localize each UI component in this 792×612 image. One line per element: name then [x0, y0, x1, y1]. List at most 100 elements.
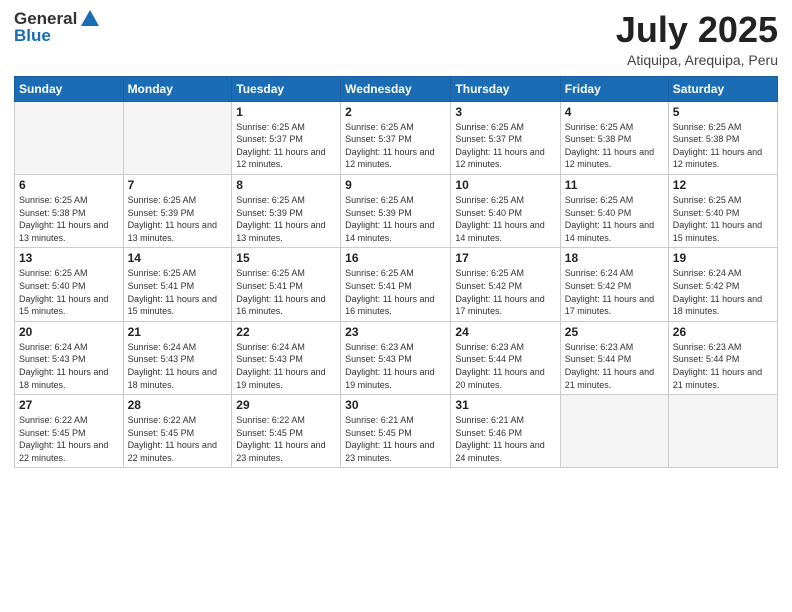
calendar-cell: 21 Sunrise: 6:24 AM Sunset: 5:43 PM Dayli…: [123, 321, 232, 394]
day-info: Sunrise: 6:25 AM Sunset: 5:40 PM Dayligh…: [565, 194, 664, 244]
calendar-cell: 25Sunrise: 6:23 AM Sunset: 5:44 PM Dayli…: [560, 321, 668, 394]
calendar-cell: 16 Sunrise: 6:25 AM Sunset: 5:41 PM Dayli…: [341, 248, 451, 321]
day-info: Sunrise: 6:25 AM Sunset: 5:37 PM Dayligh…: [345, 121, 446, 171]
calendar-cell: 22Sunrise: 6:24 AM Sunset: 5:43 PM Dayli…: [232, 321, 341, 394]
day-info: Sunrise: 6:25 AM Sunset: 5:37 PM Dayligh…: [236, 121, 336, 171]
day-info: Sunrise: 6:25 AM Sunset: 5:38 PM Dayligh…: [673, 121, 773, 171]
calendar-cell: 26Sunrise: 6:23 AM Sunset: 5:44 PM Dayli…: [668, 321, 777, 394]
day-number: 10: [455, 178, 555, 192]
logo: General Blue: [14, 10, 101, 45]
day-info: Sunrise: 6:25 AM Sunset: 5:39 PM Dayligh…: [128, 194, 228, 244]
day-number: 17: [455, 251, 555, 265]
day-number: 7: [128, 178, 228, 192]
day-number: 21: [128, 325, 228, 339]
day-number: 4: [565, 105, 664, 119]
col-thursday: Thursday: [451, 76, 560, 101]
calendar-week-row-2: 6 Sunrise: 6:25 AM Sunset: 5:38 PM Daylig…: [15, 174, 778, 247]
calendar-cell: 14 Sunrise: 6:25 AM Sunset: 5:41 PM Dayli…: [123, 248, 232, 321]
calendar-cell: 24 Sunrise: 6:23 AM Sunset: 5:44 PM Dayli…: [451, 321, 560, 394]
day-info: Sunrise: 6:25 AM Sunset: 5:40 PM Dayligh…: [19, 267, 119, 317]
day-number: 27: [19, 398, 119, 412]
logo-blue: Blue: [14, 27, 51, 46]
calendar-cell: 15 Sunrise: 6:25 AM Sunset: 5:41 PM Dayli…: [232, 248, 341, 321]
calendar-cell: 13 Sunrise: 6:25 AM Sunset: 5:40 PM Dayli…: [15, 248, 124, 321]
calendar-week-row-5: 27 Sunrise: 6:22 AM Sunset: 5:45 PM Dayli…: [15, 395, 778, 468]
day-info: Sunrise: 6:21 AM Sunset: 5:45 PM Dayligh…: [345, 414, 446, 464]
calendar-cell: [560, 395, 668, 468]
day-info: Sunrise: 6:25 AM Sunset: 5:39 PM Dayligh…: [236, 194, 336, 244]
day-number: 12: [673, 178, 773, 192]
calendar-cell: 31 Sunrise: 6:21 AM Sunset: 5:46 PM Dayli…: [451, 395, 560, 468]
page: General Blue July 2025 Atiquipa, Arequip…: [0, 0, 792, 612]
calendar-cell: [123, 101, 232, 174]
calendar-cell: [668, 395, 777, 468]
calendar-cell: 6 Sunrise: 6:25 AM Sunset: 5:38 PM Daylig…: [15, 174, 124, 247]
calendar-cell: 28 Sunrise: 6:22 AM Sunset: 5:45 PM Dayli…: [123, 395, 232, 468]
day-info: Sunrise: 6:25 AM Sunset: 5:41 PM Dayligh…: [236, 267, 336, 317]
calendar-cell: 4 Sunrise: 6:25 AM Sunset: 5:38 PM Daylig…: [560, 101, 668, 174]
day-number: 11: [565, 178, 664, 192]
day-number: 14: [128, 251, 228, 265]
day-info: Sunrise: 6:25 AM Sunset: 5:41 PM Dayligh…: [128, 267, 228, 317]
calendar-table: Sunday Monday Tuesday Wednesday Thursday…: [14, 76, 778, 469]
calendar-cell: [15, 101, 124, 174]
title-area: July 2025 Atiquipa, Arequipa, Peru: [616, 10, 778, 68]
day-info: Sunrise: 6:23 AM Sunset: 5:43 PM Dayligh…: [345, 341, 446, 391]
day-info: Sunrise: 6:23 AM Sunset: 5:44 PM Dayligh…: [455, 341, 555, 391]
day-number: 1: [236, 105, 336, 119]
day-number: 6: [19, 178, 119, 192]
header: General Blue July 2025 Atiquipa, Arequip…: [14, 10, 778, 68]
day-number: 20: [19, 325, 119, 339]
calendar-cell: 3Sunrise: 6:25 AM Sunset: 5:37 PM Daylig…: [451, 101, 560, 174]
calendar-cell: 29Sunrise: 6:22 AM Sunset: 5:45 PM Dayli…: [232, 395, 341, 468]
col-sunday: Sunday: [15, 76, 124, 101]
day-info: Sunrise: 6:21 AM Sunset: 5:46 PM Dayligh…: [455, 414, 555, 464]
col-wednesday: Wednesday: [341, 76, 451, 101]
calendar-cell: 17 Sunrise: 6:25 AM Sunset: 5:42 PM Dayli…: [451, 248, 560, 321]
day-info: Sunrise: 6:22 AM Sunset: 5:45 PM Dayligh…: [19, 414, 119, 464]
day-info: Sunrise: 6:24 AM Sunset: 5:43 PM Dayligh…: [128, 341, 228, 391]
day-number: 24: [455, 325, 555, 339]
day-number: 26: [673, 325, 773, 339]
day-info: Sunrise: 6:25 AM Sunset: 5:38 PM Dayligh…: [19, 194, 119, 244]
day-number: 15: [236, 251, 336, 265]
day-number: 18: [565, 251, 664, 265]
calendar-week-row-4: 20 Sunrise: 6:24 AM Sunset: 5:43 PM Dayli…: [15, 321, 778, 394]
day-info: Sunrise: 6:25 AM Sunset: 5:41 PM Dayligh…: [345, 267, 446, 317]
day-number: 2: [345, 105, 446, 119]
day-number: 31: [455, 398, 555, 412]
col-tuesday: Tuesday: [232, 76, 341, 101]
calendar-cell: 30 Sunrise: 6:21 AM Sunset: 5:45 PM Dayli…: [341, 395, 451, 468]
day-number: 28: [128, 398, 228, 412]
day-info: Sunrise: 6:22 AM Sunset: 5:45 PM Dayligh…: [236, 414, 336, 464]
calendar-cell: 18Sunrise: 6:24 AM Sunset: 5:42 PM Dayli…: [560, 248, 668, 321]
day-number: 23: [345, 325, 446, 339]
day-info: Sunrise: 6:24 AM Sunset: 5:42 PM Dayligh…: [673, 267, 773, 317]
day-info: Sunrise: 6:25 AM Sunset: 5:38 PM Dayligh…: [565, 121, 664, 171]
calendar-cell: 5Sunrise: 6:25 AM Sunset: 5:38 PM Daylig…: [668, 101, 777, 174]
calendar-cell: 8Sunrise: 6:25 AM Sunset: 5:39 PM Daylig…: [232, 174, 341, 247]
col-monday: Monday: [123, 76, 232, 101]
day-number: 13: [19, 251, 119, 265]
calendar-cell: 19Sunrise: 6:24 AM Sunset: 5:42 PM Dayli…: [668, 248, 777, 321]
day-info: Sunrise: 6:25 AM Sunset: 5:42 PM Dayligh…: [455, 267, 555, 317]
calendar-week-row-3: 13 Sunrise: 6:25 AM Sunset: 5:40 PM Dayli…: [15, 248, 778, 321]
calendar-cell: 2 Sunrise: 6:25 AM Sunset: 5:37 PM Daylig…: [341, 101, 451, 174]
col-saturday: Saturday: [668, 76, 777, 101]
day-info: Sunrise: 6:25 AM Sunset: 5:40 PM Dayligh…: [455, 194, 555, 244]
day-info: Sunrise: 6:25 AM Sunset: 5:39 PM Dayligh…: [345, 194, 446, 244]
day-number: 9: [345, 178, 446, 192]
calendar-cell: 9 Sunrise: 6:25 AM Sunset: 5:39 PM Daylig…: [341, 174, 451, 247]
day-number: 16: [345, 251, 446, 265]
day-info: Sunrise: 6:24 AM Sunset: 5:43 PM Dayligh…: [236, 341, 336, 391]
day-info: Sunrise: 6:23 AM Sunset: 5:44 PM Dayligh…: [565, 341, 664, 391]
day-info: Sunrise: 6:24 AM Sunset: 5:43 PM Dayligh…: [19, 341, 119, 391]
calendar-cell: 20 Sunrise: 6:24 AM Sunset: 5:43 PM Dayli…: [15, 321, 124, 394]
calendar-cell: 12 Sunrise: 6:25 AM Sunset: 5:40 PM Dayli…: [668, 174, 777, 247]
calendar-cell: 27 Sunrise: 6:22 AM Sunset: 5:45 PM Dayli…: [15, 395, 124, 468]
col-friday: Friday: [560, 76, 668, 101]
day-info: Sunrise: 6:22 AM Sunset: 5:45 PM Dayligh…: [128, 414, 228, 464]
day-number: 30: [345, 398, 446, 412]
calendar-header-row: Sunday Monday Tuesday Wednesday Thursday…: [15, 76, 778, 101]
day-info: Sunrise: 6:25 AM Sunset: 5:40 PM Dayligh…: [673, 194, 773, 244]
